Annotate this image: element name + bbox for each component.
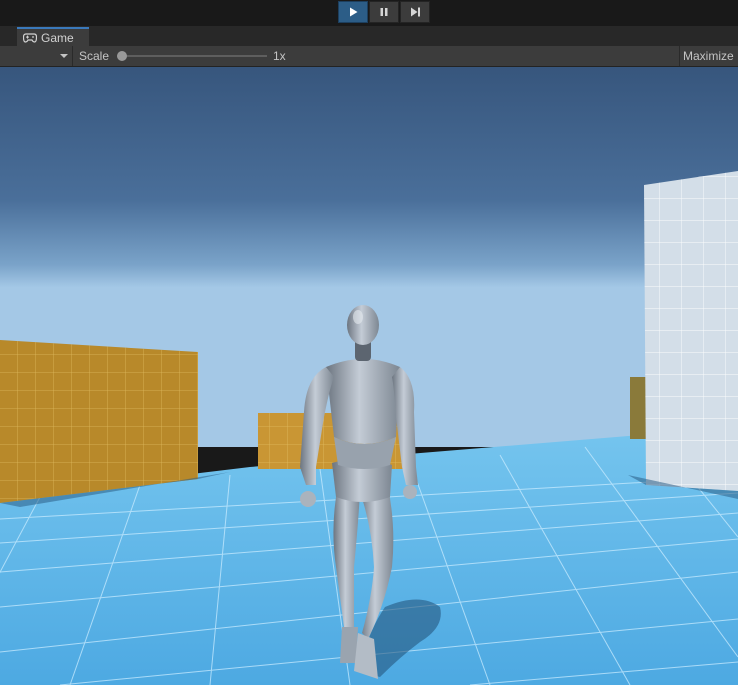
gamepad-icon (23, 32, 37, 43)
play-button[interactable] (338, 1, 368, 23)
display-dropdown[interactable] (0, 46, 73, 66)
tab-game[interactable]: Game (17, 27, 89, 46)
scale-slider-thumb[interactable] (117, 51, 127, 61)
scale-slider[interactable] (117, 50, 269, 62)
maximize-button[interactable]: Maximize (679, 46, 738, 66)
pause-icon (380, 8, 388, 16)
scale-label: Scale (79, 49, 110, 63)
game-scene (0, 67, 738, 685)
step-icon (411, 7, 420, 17)
playmode-controls (338, 1, 430, 23)
game-viewport[interactable] (0, 67, 738, 685)
step-button[interactable] (400, 1, 430, 23)
chevron-down-icon (60, 54, 68, 58)
tab-game-label: Game (41, 30, 74, 45)
pause-button[interactable] (369, 1, 399, 23)
play-icon (350, 7, 358, 17)
tab-strip: Game (0, 26, 738, 47)
scale-value: 1x (273, 49, 286, 63)
scale-slider-track (117, 55, 267, 57)
game-view-toolbar: Scale 1x Maximize (0, 46, 738, 67)
playmode-toolbar (0, 0, 738, 26)
unity-editor-window: Game Scale 1x Maximize (0, 0, 738, 685)
